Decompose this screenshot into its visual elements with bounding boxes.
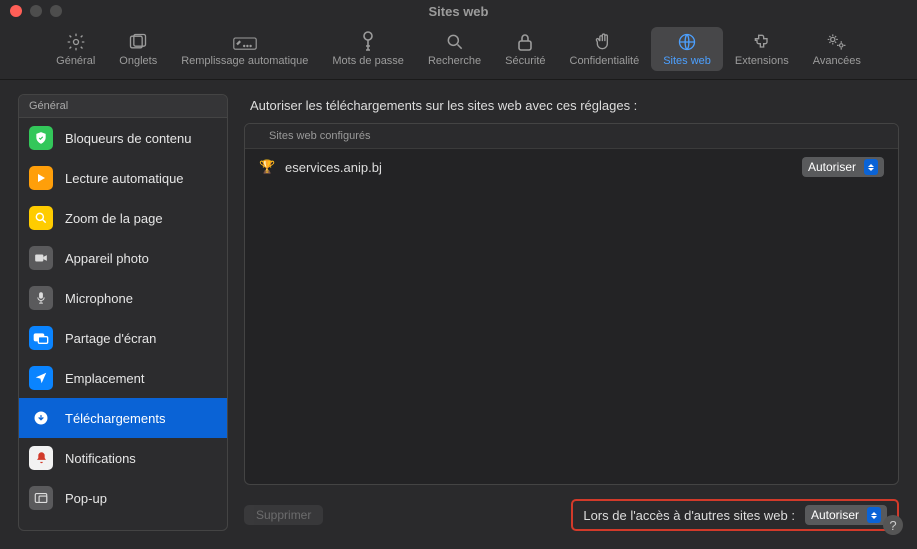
tab-security[interactable]: Sécurité: [493, 27, 557, 71]
site-domain: eservices.anip.bj: [285, 160, 792, 175]
key-icon: [359, 31, 377, 53]
window-title: Sites web: [0, 4, 917, 19]
sidebar-item-page-zoom[interactable]: Zoom de la page: [19, 198, 227, 238]
default-permission-label: Lors de l'accès à d'autres sites web :: [583, 508, 795, 523]
microphone-icon: [29, 286, 53, 310]
sidebar-item-autoplay[interactable]: Lecture automatique: [19, 158, 227, 198]
titlebar: Sites web: [0, 0, 917, 22]
sidebar-item-label: Zoom de la page: [65, 211, 163, 226]
table-header: Sites web configurés: [245, 124, 898, 149]
trophy-icon: 🏆: [259, 159, 275, 175]
gears-icon: [826, 31, 848, 53]
sidebar-item-label: Pop-up: [65, 491, 107, 506]
sidebar-item-label: Téléchargements: [65, 411, 165, 426]
chevron-updown-icon: [864, 159, 878, 175]
gear-icon: [66, 31, 86, 53]
tab-extensions[interactable]: Extensions: [723, 27, 801, 71]
puzzle-icon: [752, 31, 772, 53]
table-row[interactable]: 🏆 eservices.anip.bj Autoriser: [245, 149, 898, 185]
sidebar-item-label: Lecture automatique: [65, 171, 184, 186]
sidebar-item-popup[interactable]: Pop-up: [19, 478, 227, 518]
sidebar: Général Bloqueurs de contenu Lecture aut…: [18, 94, 228, 531]
sidebar-item-label: Partage d'écran: [65, 331, 156, 346]
default-permission-box: Lors de l'accès à d'autres sites web : A…: [571, 499, 899, 531]
download-icon: [29, 406, 53, 430]
sidebar-header: Général: [19, 95, 227, 118]
sidebar-item-notifications[interactable]: Notifications: [19, 438, 227, 478]
tab-general[interactable]: Général: [44, 27, 107, 71]
default-permission-select[interactable]: Autoriser: [805, 505, 887, 525]
search-icon: [445, 31, 465, 53]
lock-icon: [516, 31, 534, 53]
screens-icon: [29, 326, 53, 350]
help-button[interactable]: ?: [883, 515, 903, 535]
sidebar-item-downloads[interactable]: Téléchargements: [19, 398, 227, 438]
sidebar-item-screen-sharing[interactable]: Partage d'écran: [19, 318, 227, 358]
sidebar-item-label: Bloqueurs de contenu: [65, 131, 191, 146]
magnify-icon: [29, 206, 53, 230]
tab-websites[interactable]: Sites web: [651, 27, 723, 71]
sidebar-item-label: Emplacement: [65, 371, 144, 386]
remove-button[interactable]: Supprimer: [244, 505, 323, 525]
location-icon: [29, 366, 53, 390]
tab-autofill[interactable]: Remplissage automatique: [169, 27, 320, 71]
tab-onglets[interactable]: Onglets: [107, 27, 169, 71]
row-permission-select[interactable]: Autoriser: [802, 157, 884, 177]
sites-table: Sites web configurés 🏆 eservices.anip.bj…: [244, 123, 899, 485]
pencil-box-icon: [233, 31, 257, 53]
camera-icon: [29, 246, 53, 270]
sidebar-item-label: Notifications: [65, 451, 136, 466]
play-icon: [29, 166, 53, 190]
window-icon: [29, 486, 53, 510]
toolbar: Général Onglets Remplissage automatique …: [0, 22, 917, 80]
sidebar-item-camera[interactable]: Appareil photo: [19, 238, 227, 278]
tab-search[interactable]: Recherche: [416, 27, 493, 71]
sidebar-item-label: Microphone: [65, 291, 133, 306]
sidebar-item-content-blockers[interactable]: Bloqueurs de contenu: [19, 118, 227, 158]
main-heading: Autoriser les téléchargements sur les si…: [244, 94, 899, 123]
hand-icon: [594, 31, 614, 53]
sidebar-item-location[interactable]: Emplacement: [19, 358, 227, 398]
main-pane: Autoriser les téléchargements sur les si…: [244, 94, 899, 531]
bell-icon: [29, 446, 53, 470]
tab-privacy[interactable]: Confidentialité: [558, 27, 652, 71]
shield-icon: [29, 126, 53, 150]
sidebar-item-label: Appareil photo: [65, 251, 149, 266]
tab-passwords[interactable]: Mots de passe: [320, 27, 416, 71]
sidebar-item-microphone[interactable]: Microphone: [19, 278, 227, 318]
globe-icon: [677, 31, 697, 53]
tab-advanced[interactable]: Avancées: [801, 27, 873, 71]
tabs-icon: [128, 31, 148, 53]
chevron-updown-icon: [867, 507, 881, 523]
